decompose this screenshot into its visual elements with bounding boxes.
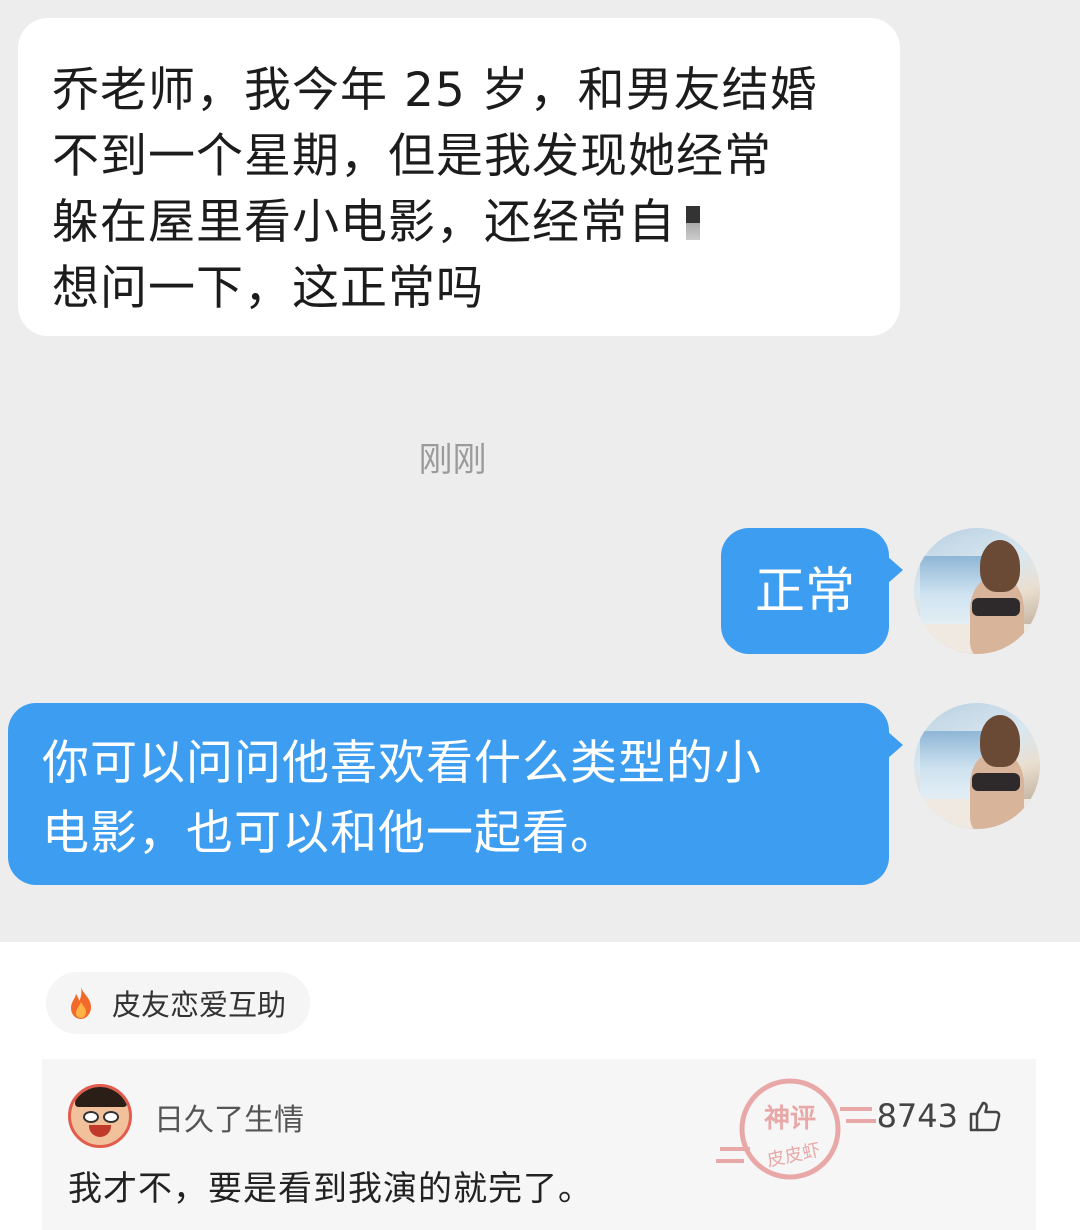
chat-area: 乔老师，我今年 25 岁，和男友结婚 不到一个星期，但是我发现她经常 躲在屋里看… — [0, 0, 1080, 942]
message-line: 想问一下，这正常吗 — [52, 261, 484, 316]
message-line-text: 躲在屋里看小电影，还经常自 — [52, 195, 676, 250]
topic-tag-label: 皮友恋爱互助 — [112, 988, 287, 1022]
avatar-clothing — [972, 598, 1020, 616]
reply-line: 电影，也可以和他一起看。 — [42, 806, 618, 861]
user-avatar[interactable] — [914, 528, 1040, 654]
topic-tag[interactable]: 皮友恋爱互助 — [46, 972, 311, 1034]
message-timestamp: 刚刚 — [418, 440, 487, 480]
message-line: 不到一个星期，但是我发现她经常 — [52, 129, 772, 184]
user-avatar[interactable] — [914, 703, 1040, 829]
watermark-top-text: 神评 — [764, 1104, 816, 1134]
commenter-avatar[interactable] — [68, 1084, 132, 1148]
avatar-hair — [980, 540, 1020, 592]
reply-bubble-1[interactable]: 正常 — [721, 528, 903, 654]
comment-text: 我才不，要是看到我演的就完了。 — [68, 1169, 593, 1209]
reply-text: 正常 — [755, 562, 855, 620]
avatar-eye — [103, 1111, 119, 1123]
incoming-message-bubble[interactable]: 乔老师，我今年 25 岁，和男友结婚 不到一个星期，但是我发现她经常 躲在屋里看… — [18, 18, 900, 336]
thumbs-up-icon — [969, 1101, 1001, 1132]
avatar-eye — [83, 1111, 99, 1123]
reply-bubble-2[interactable]: 你可以问问他喜欢看什么类型的小 电影，也可以和他一起看。 — [8, 703, 903, 885]
commenter-name[interactable]: 日久了生情 — [154, 1095, 304, 1139]
message-line: 躲在屋里看小电影，还经常自 — [52, 190, 866, 256]
fire-icon — [71, 987, 91, 1019]
like-button[interactable]: 8743 — [877, 1097, 1002, 1135]
bubble-tail — [887, 556, 903, 584]
bubble-tail — [887, 731, 903, 759]
reply-line: 你可以问问他喜欢看什么类型的小 — [42, 736, 762, 791]
avatar-mouth — [89, 1125, 111, 1137]
like-count: 8743 — [876, 1097, 958, 1135]
avatar-clothing — [972, 773, 1020, 791]
watermark-stamp: 神评 皮皮虾 — [716, 1078, 876, 1180]
top-comment[interactable]: 日久了生情 我才不，要是看到我演的就完了。 神评 皮皮虾 8743 — [42, 1059, 1036, 1230]
avatar-hair — [980, 715, 1020, 767]
message-line: 乔老师，我今年 25 岁，和男友结婚 — [52, 63, 818, 118]
blurred-mark — [686, 206, 700, 240]
watermark-bottom-text: 皮皮虾 — [765, 1140, 822, 1172]
avatar-hair — [75, 1087, 127, 1107]
